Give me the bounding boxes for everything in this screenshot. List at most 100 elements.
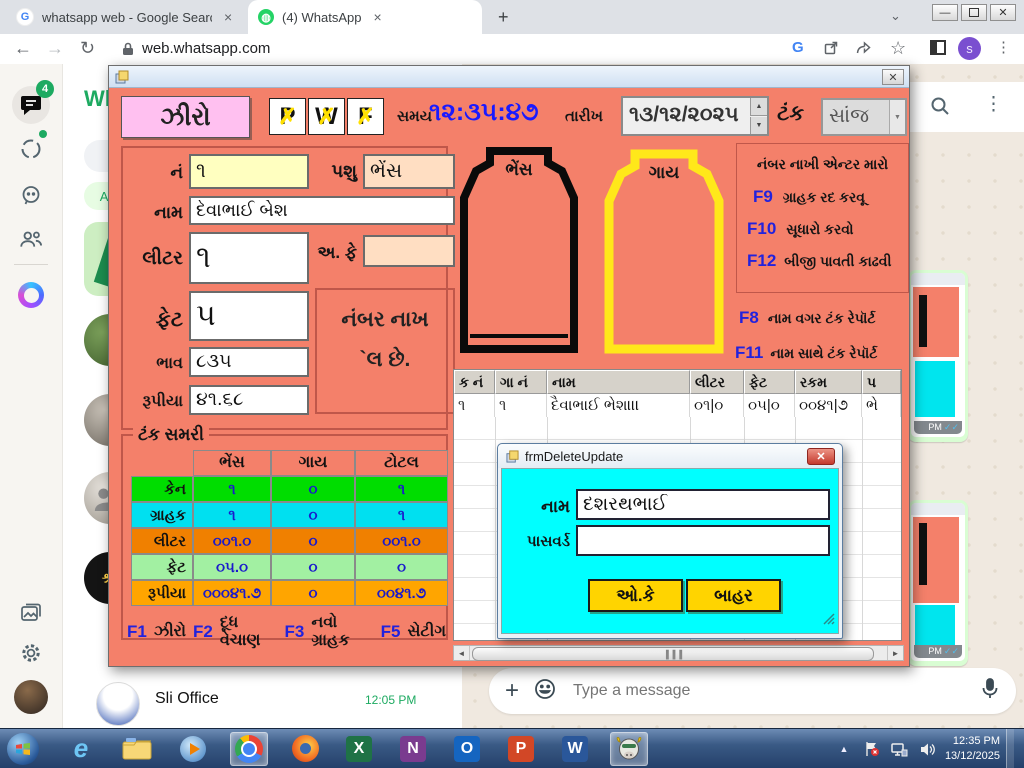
- dialog-title: frmDeleteUpdate: [525, 449, 623, 464]
- settings-icon[interactable]: [12, 634, 50, 672]
- action-center-flag-icon[interactable]: [861, 741, 883, 757]
- google-icon[interactable]: G: [792, 39, 804, 56]
- taskbar-onenote-icon[interactable]: N: [394, 732, 432, 766]
- resize-grip-icon[interactable]: [823, 612, 835, 630]
- tab-label: (4) WhatsApp: [282, 10, 361, 25]
- taskbar-file-explorer-icon[interactable]: [118, 732, 156, 766]
- refresh-icon[interactable]: ↻: [80, 38, 95, 59]
- grid-hscrollbar[interactable]: ◄ ▐▐▐ ►: [453, 645, 904, 661]
- taskbar-excel-icon[interactable]: X: [340, 732, 378, 766]
- f12-key: F12: [747, 251, 776, 271]
- taskbar-chrome-icon[interactable]: [230, 732, 268, 766]
- taskbar-dairy-app-icon[interactable]: [610, 732, 648, 766]
- minimize-button[interactable]: —: [932, 4, 958, 21]
- fat-label: ફેટ: [135, 308, 183, 332]
- zero-button[interactable]: ઝીરો: [121, 96, 250, 138]
- spin-down-icon[interactable]: ▼: [750, 117, 767, 134]
- browser-menu-kebab-icon[interactable]: ⋮: [996, 38, 1011, 56]
- w-report-button[interactable]: W✗: [308, 98, 345, 135]
- taskbar-internet-explorer-icon[interactable]: e: [62, 732, 100, 766]
- cow-can-label: ગાય: [601, 163, 727, 183]
- message-input[interactable]: [571, 681, 966, 701]
- fat-input[interactable]: [189, 291, 309, 341]
- f12-label: બીજી પાવતી કાઢવી: [784, 253, 891, 270]
- buffalo-can-label: ભેંસ: [456, 160, 582, 180]
- f9-key: F9: [753, 187, 773, 207]
- tab-close-icon[interactable]: ×: [373, 9, 381, 25]
- scroll-right-icon[interactable]: ►: [887, 646, 903, 660]
- forward-icon[interactable]: →: [46, 38, 64, 59]
- maximize-button[interactable]: [961, 4, 987, 21]
- name-label: નામ: [137, 203, 183, 223]
- chats-icon[interactable]: 4: [12, 86, 50, 124]
- date-label: તારીખ: [565, 108, 603, 125]
- tab-search-chevron-icon[interactable]: ⌄: [890, 8, 901, 24]
- sent-message-bubble[interactable]: PM✓✓: [908, 500, 968, 666]
- price-input[interactable]: [189, 347, 309, 377]
- open-in-new-icon[interactable]: [824, 41, 838, 60]
- taskbar-media-player-icon[interactable]: [174, 732, 212, 766]
- avg-fat-input[interactable]: [363, 235, 455, 267]
- dialog-name-input[interactable]: [576, 489, 830, 520]
- mic-icon[interactable]: [980, 677, 1000, 706]
- rupees-input[interactable]: [189, 385, 309, 415]
- spin-up-icon[interactable]: ▲: [750, 98, 767, 116]
- app-close-button[interactable]: ✕: [882, 69, 904, 85]
- dropdown-arrow-icon[interactable]: ▼: [889, 100, 905, 134]
- dialog-close-button[interactable]: ✕: [807, 448, 835, 465]
- channels-icon[interactable]: [12, 176, 50, 214]
- taskbar-word-icon[interactable]: W: [556, 732, 594, 766]
- profile-avatar[interactable]: s: [958, 37, 981, 60]
- date-spinner[interactable]: ૧૩/૧૨/૨૦૨૫ ▲ ▼: [621, 96, 769, 136]
- message-composer[interactable]: +: [489, 668, 1016, 714]
- scroll-left-icon[interactable]: ◄: [454, 646, 470, 660]
- p-report-button[interactable]: P✗: [269, 98, 306, 135]
- chat-list-item[interactable]: Sli Office 12:05 PM: [63, 680, 462, 728]
- back-icon[interactable]: ←: [14, 38, 32, 59]
- dialog-password-label: પાસવર્ડ: [504, 533, 570, 550]
- dialog-ok-button[interactable]: ઓ.કે: [588, 579, 683, 612]
- close-button[interactable]: ✕: [990, 4, 1016, 21]
- tray-expand-icon[interactable]: ▲: [833, 744, 855, 754]
- dialog-password-input[interactable]: [576, 525, 830, 556]
- dialog-title-bar[interactable]: frmDeleteUpdate ✕: [498, 444, 842, 468]
- new-tab-button[interactable]: +: [498, 7, 509, 28]
- bookmark-star-icon[interactable]: ☆: [890, 38, 906, 59]
- liter-input[interactable]: [189, 232, 309, 284]
- sent-message-bubble[interactable]: PM✓✓: [908, 270, 968, 442]
- profile-avatar[interactable]: [12, 678, 50, 716]
- show-desktop-button[interactable]: [1006, 729, 1014, 768]
- grid-data-row[interactable]: ૧ ૧ દૈવાભાઈ ભેશ।।। ૦૧|૦ ૦૫|૦ ૦૦૪૧|૭ ભે: [454, 394, 901, 418]
- meta-ai-icon[interactable]: [12, 276, 50, 314]
- scrollbar-thumb[interactable]: ▐▐▐: [472, 647, 874, 661]
- gallery-icon[interactable]: [12, 594, 50, 632]
- rail-divider: [14, 264, 48, 265]
- search-icon[interactable]: [930, 96, 950, 121]
- network-icon[interactable]: [889, 742, 911, 757]
- animal-input[interactable]: [363, 154, 455, 189]
- shift-dropdown[interactable]: સાંજ ▼: [821, 98, 907, 136]
- no-input[interactable]: [189, 154, 309, 189]
- url-text[interactable]: web.whatsapp.com: [142, 40, 270, 57]
- volume-icon[interactable]: [917, 742, 939, 757]
- taskbar-firefox-icon[interactable]: [286, 732, 324, 766]
- sidebar-toggle-icon[interactable]: [930, 40, 946, 55]
- taskbar-outlook-icon[interactable]: O: [448, 732, 486, 766]
- taskbar-powerpoint-icon[interactable]: P: [502, 732, 540, 766]
- dialog-exit-button[interactable]: બાહર: [686, 579, 781, 612]
- chat-menu-kebab-icon[interactable]: ⋮: [984, 93, 1003, 116]
- name-input[interactable]: [189, 196, 455, 225]
- attach-plus-icon[interactable]: +: [505, 677, 519, 705]
- browser-tab-whatsapp[interactable]: ◍ (4) WhatsApp ×: [248, 0, 482, 34]
- emoji-sticker-icon[interactable]: [533, 677, 557, 706]
- f-report-button[interactable]: F✗: [347, 98, 384, 135]
- communities-icon[interactable]: [12, 220, 50, 258]
- tray-clock[interactable]: 12:35 PM 13/12/2025: [945, 734, 1000, 764]
- share-icon[interactable]: [856, 41, 871, 60]
- start-button[interactable]: [4, 732, 42, 766]
- tab-close-icon[interactable]: ×: [224, 9, 232, 25]
- app-title-bar[interactable]: ✕: [109, 66, 909, 88]
- browser-tab-google-search[interactable]: G whatsapp web - Google Search ×: [6, 0, 244, 34]
- status-icon[interactable]: [12, 130, 50, 168]
- chat-avatar: [96, 682, 140, 726]
